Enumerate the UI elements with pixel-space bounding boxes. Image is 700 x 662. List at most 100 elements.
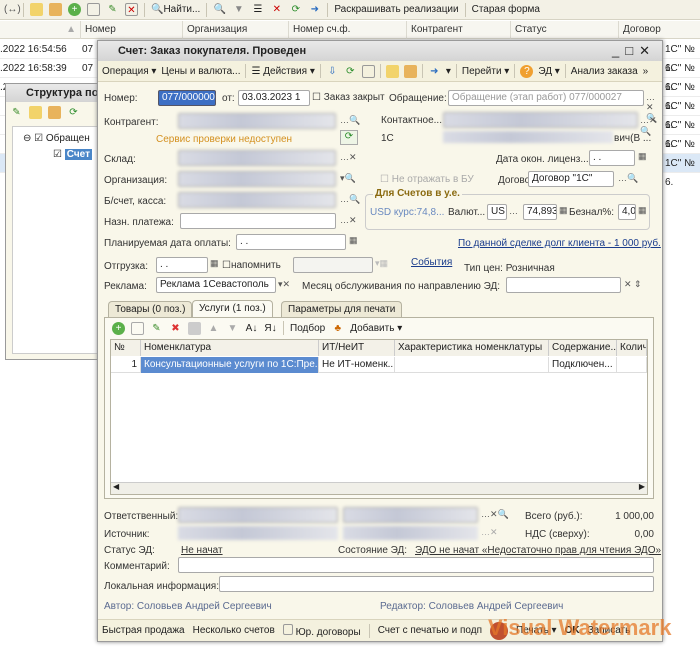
add-icon[interactable] (29, 106, 42, 119)
refresh-icon[interactable]: (↔) (4, 3, 21, 16)
cell-characteristic[interactable] (395, 357, 549, 373)
go-icon[interactable]: ➜ (428, 65, 441, 78)
source-field[interactable] (178, 526, 338, 540)
ad-actions[interactable]: ▾✕ (278, 279, 290, 290)
cell-nomenclature[interactable]: Консультационные услуги по 1С:Пре... (141, 357, 319, 373)
pick-button[interactable]: Подбор (290, 323, 325, 334)
actions-menu[interactable]: ☰ Действия ▾ (251, 66, 314, 77)
calculator-icon[interactable]: ▦ (559, 205, 568, 216)
analysis-button[interactable]: Анализ заказа (571, 66, 638, 77)
clear-filter-icon[interactable]: ✕ (270, 3, 283, 16)
tab-goods[interactable]: Товары (0 поз.) (108, 301, 193, 317)
account-actions[interactable]: …🔍 (340, 194, 360, 205)
edit-icon[interactable]: ✎ (10, 106, 23, 119)
tab-services[interactable]: Услуги (1 поз.) (192, 300, 273, 318)
warehouse-actions[interactable]: …✕ (340, 152, 357, 163)
col-contractor[interactable]: Контрагент (406, 21, 510, 39)
col-invoice[interactable]: Номер сч.ф. (288, 21, 406, 39)
quick-sale-button[interactable]: Быстрая продажа (102, 625, 185, 636)
end-edit-icon[interactable] (188, 321, 201, 335)
document-icon[interactable] (87, 3, 100, 16)
currency-select[interactable]: … (509, 206, 518, 216)
col-number[interactable]: Номер (80, 21, 182, 39)
appeal-field[interactable]: Обращение (этап работ) 077/000027 (448, 90, 644, 106)
ed-status-link[interactable]: Не начат (181, 545, 223, 556)
col-contract[interactable]: Договор (618, 21, 700, 39)
ad-field[interactable]: Реклама 1Севастополь (156, 277, 276, 293)
copy-icon[interactable] (131, 321, 144, 335)
delete-icon[interactable]: ✖ (169, 322, 182, 335)
filter-icon[interactable]: ▼ (232, 3, 245, 16)
based-on-icon[interactable] (403, 64, 417, 78)
help-icon[interactable]: ? (520, 64, 534, 78)
source-dept-field[interactable] (343, 526, 478, 540)
move-down-icon[interactable]: ▼ (226, 322, 239, 335)
cell-it[interactable]: Не ИТ-номенк... (319, 357, 395, 373)
add-icon[interactable] (30, 3, 43, 16)
tree-node-selected[interactable]: ☑ Счет (53, 149, 92, 160)
debt-link[interactable]: По данной сделке долг клиента - 1 000 ру… (458, 238, 661, 249)
sort-desc-icon[interactable]: Я↓ (264, 322, 277, 335)
col-qty[interactable]: Колич (617, 340, 647, 356)
date-field[interactable]: 03.03.2023 1 (238, 90, 310, 106)
contract-actions[interactable]: …🔍 (618, 173, 638, 184)
shipment-field[interactable]: . . (156, 257, 208, 273)
cell-qty[interactable] (617, 357, 647, 373)
copy-icon[interactable] (49, 3, 62, 16)
pick-people-icon[interactable]: ♣ (331, 322, 344, 335)
rate-field[interactable]: 74,8932 (523, 204, 557, 220)
several-invoices-button[interactable]: Несколько счетов (193, 625, 275, 636)
responsible-field[interactable] (178, 507, 338, 523)
responsible-actions[interactable]: …✕🔍 (481, 509, 509, 520)
contractor-actions[interactable]: …🔍 (340, 115, 360, 126)
list-icon[interactable]: ☰ (251, 3, 264, 16)
cell-content[interactable]: Подключен... (549, 357, 617, 373)
calculator-icon[interactable]: ▦ (638, 205, 647, 216)
remind-actions[interactable]: ▾▦ (375, 258, 388, 269)
delete-icon[interactable]: ✕ (125, 3, 138, 16)
window-controls[interactable]: _□✕ (612, 43, 656, 59)
purpose-field[interactable] (180, 213, 336, 229)
add-menu[interactable]: Добавить ▾ (350, 323, 402, 334)
colorize-button[interactable]: Раскрашивать реализации (334, 4, 458, 15)
currency-field[interactable]: US (487, 204, 507, 220)
refresh-check-button[interactable]: ⟳ (340, 130, 358, 145)
horizontal-scrollbar[interactable]: ◀ ▶ (111, 482, 647, 494)
col-status[interactable]: Статус (510, 21, 618, 39)
col-org[interactable]: Организация (182, 21, 288, 39)
col-nomenclature[interactable]: Номенклатура (141, 340, 319, 356)
tree-node[interactable]: ⊖ ☑ Обращен (23, 133, 90, 144)
search-icon[interactable]: 🔍 (213, 3, 226, 16)
source-actions[interactable]: …✕ (481, 527, 498, 538)
purpose-actions[interactable]: …✕ (340, 215, 357, 226)
refresh-icon[interactable]: ⟳ (67, 106, 80, 119)
copy-doc-icon[interactable] (361, 64, 375, 78)
remind-date-field[interactable] (293, 257, 373, 273)
legal-contracts-button[interactable]: Юр. договоры (282, 623, 361, 638)
responsible-dept-field[interactable] (343, 507, 478, 523)
sort-asc-icon[interactable]: A↓ (245, 322, 258, 335)
contractor-field[interactable] (178, 113, 336, 129)
license-date-field[interactable]: . . (589, 150, 635, 166)
events-link[interactable]: События (411, 257, 452, 268)
col-it[interactable]: ИТ/НеИТ (319, 340, 395, 356)
remind-checkbox[interactable]: ☐напомнить (222, 260, 281, 271)
table-row[interactable]: 1 Консультационные услуги по 1С:Пре... Н… (111, 357, 647, 373)
add-circle-icon[interactable]: + (112, 321, 125, 335)
sort-icon[interactable]: ▲ (0, 21, 80, 39)
col-characteristic[interactable]: Характеристика номенклатуры (395, 340, 549, 356)
pay-date-field[interactable]: . . (236, 234, 346, 250)
edit-icon[interactable]: ✎ (150, 322, 163, 335)
more-icon[interactable]: » (643, 66, 649, 77)
col-no[interactable]: № (111, 340, 141, 356)
operation-menu[interactable]: Операция ▾ (102, 66, 156, 77)
ed-menu[interactable]: ЭД ▾ (538, 66, 559, 77)
calendar-icon[interactable]: ▦ (210, 258, 219, 269)
ed-state-link[interactable]: ЭДО не начат «Недостаточно прав для чтен… (415, 545, 661, 556)
account-field[interactable] (178, 192, 336, 208)
goto-menu[interactable]: Перейти ▾ (462, 66, 509, 77)
contact-field[interactable] (443, 112, 638, 128)
warehouse-field[interactable] (178, 150, 336, 166)
create-icon[interactable] (385, 64, 399, 78)
org-field[interactable] (178, 171, 336, 187)
